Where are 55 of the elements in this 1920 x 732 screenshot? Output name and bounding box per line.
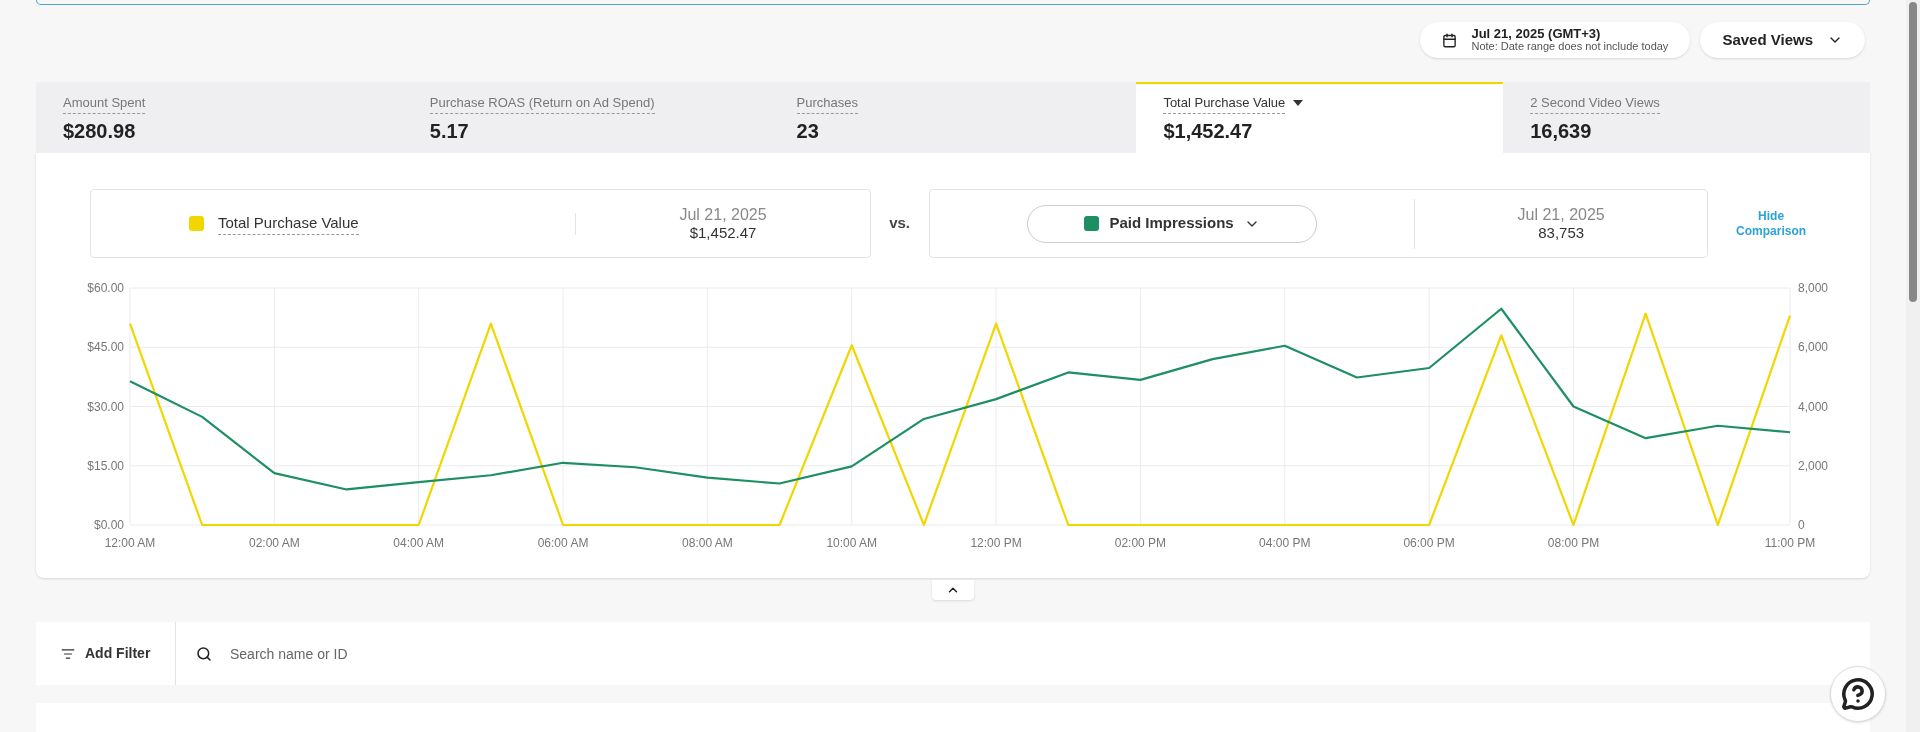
y-axis-label: 2,000 [1798, 458, 1829, 473]
metric-value: 5.17 [429, 118, 470, 144]
metric-tab[interactable]: 2 Second Video Views 16,639 [1503, 82, 1870, 153]
y-axis-label: 8,000 [1798, 281, 1829, 295]
dropdown-triangle-icon[interactable] [1293, 100, 1304, 107]
x-axis-label: 08:00 AM [682, 536, 733, 550]
metric-label: Purchases [796, 93, 858, 114]
x-axis-label: 12:00 AM [104, 536, 156, 550]
metric-value: $1,452.47 [1163, 118, 1254, 144]
scrollbar-thumb[interactable] [1909, 2, 1917, 302]
y-axis-label: 4,000 [1798, 399, 1829, 414]
x-axis-label: 04:00 AM [393, 536, 445, 550]
x-axis-label: 02:00 PM [1114, 536, 1167, 550]
x-axis-label: 04:00 PM [1259, 536, 1311, 550]
metric-label: Total Purchase Value [1163, 93, 1286, 114]
metric-tab[interactable]: Purchase ROAS (Return on Ad Spend) 5.17 [402, 82, 770, 153]
comparison-value: $1,452.47 [689, 223, 757, 242]
saved-views-button[interactable]: Saved Views [1700, 22, 1865, 58]
date-note: Note: Date range does not include today [1471, 40, 1669, 53]
metric-tab[interactable]: Total Purchase Value $1,452.47 [1136, 82, 1504, 153]
help-icon [1841, 677, 1875, 711]
comparison-date: Jul 21, 2025 [679, 205, 767, 224]
search-icon [196, 645, 212, 662]
x-axis-label: 06:00 AM [537, 536, 589, 550]
y-axis-label: $15.00 [87, 458, 124, 473]
x-axis-label: 12:00 PM [970, 536, 1022, 550]
metric-tab[interactable]: Purchases 23 [769, 82, 1137, 153]
filter-icon [61, 646, 75, 661]
y-axis-label: $45.00 [87, 340, 124, 355]
y-axis-label: 0 [1798, 518, 1805, 532]
y-axis-label: $30.00 [87, 399, 124, 414]
x-axis-label: 10:00 AM [826, 536, 878, 550]
metric-value: 23 [796, 118, 820, 144]
collapse-button[interactable] [932, 580, 974, 600]
metric-value: 16,639 [1530, 118, 1593, 144]
comparison-value: 83,753 [1538, 223, 1585, 242]
metric-tab[interactable]: Amount Spent $280.98 [36, 82, 403, 153]
x-axis-label: 08:00 PM [1547, 536, 1600, 550]
scrollbar[interactable] [1906, 0, 1920, 732]
metric-label: Amount Spent [63, 93, 146, 114]
x-axis-label: 06:00 PM [1403, 536, 1455, 550]
metric-label: 2 Second Video Views [1530, 93, 1660, 114]
y-axis-label: $0.00 [93, 518, 124, 532]
y-axis-label: 6,000 [1798, 340, 1829, 355]
y-axis-label: $60.00 [87, 281, 124, 295]
calendar-icon [1442, 32, 1458, 48]
x-axis-label: 02:00 AM [249, 536, 300, 550]
date-range-picker[interactable]: Jul 21, 2025 (GMT+3) Note: Date range does not include today [1420, 22, 1691, 58]
metric-label: Purchase ROAS (Return on Ad Spend) [429, 93, 655, 114]
date-text: Jul 21, 2025 (GMT+3) [1471, 27, 1601, 40]
metric-value: $280.98 [63, 118, 137, 144]
metric-name: Total Purchase Value [218, 211, 359, 236]
x-axis-label: 11:00 PM [1764, 536, 1816, 550]
vs-text: vs. [889, 213, 911, 234]
comparison-date: Jul 21, 2025 [1517, 205, 1605, 224]
